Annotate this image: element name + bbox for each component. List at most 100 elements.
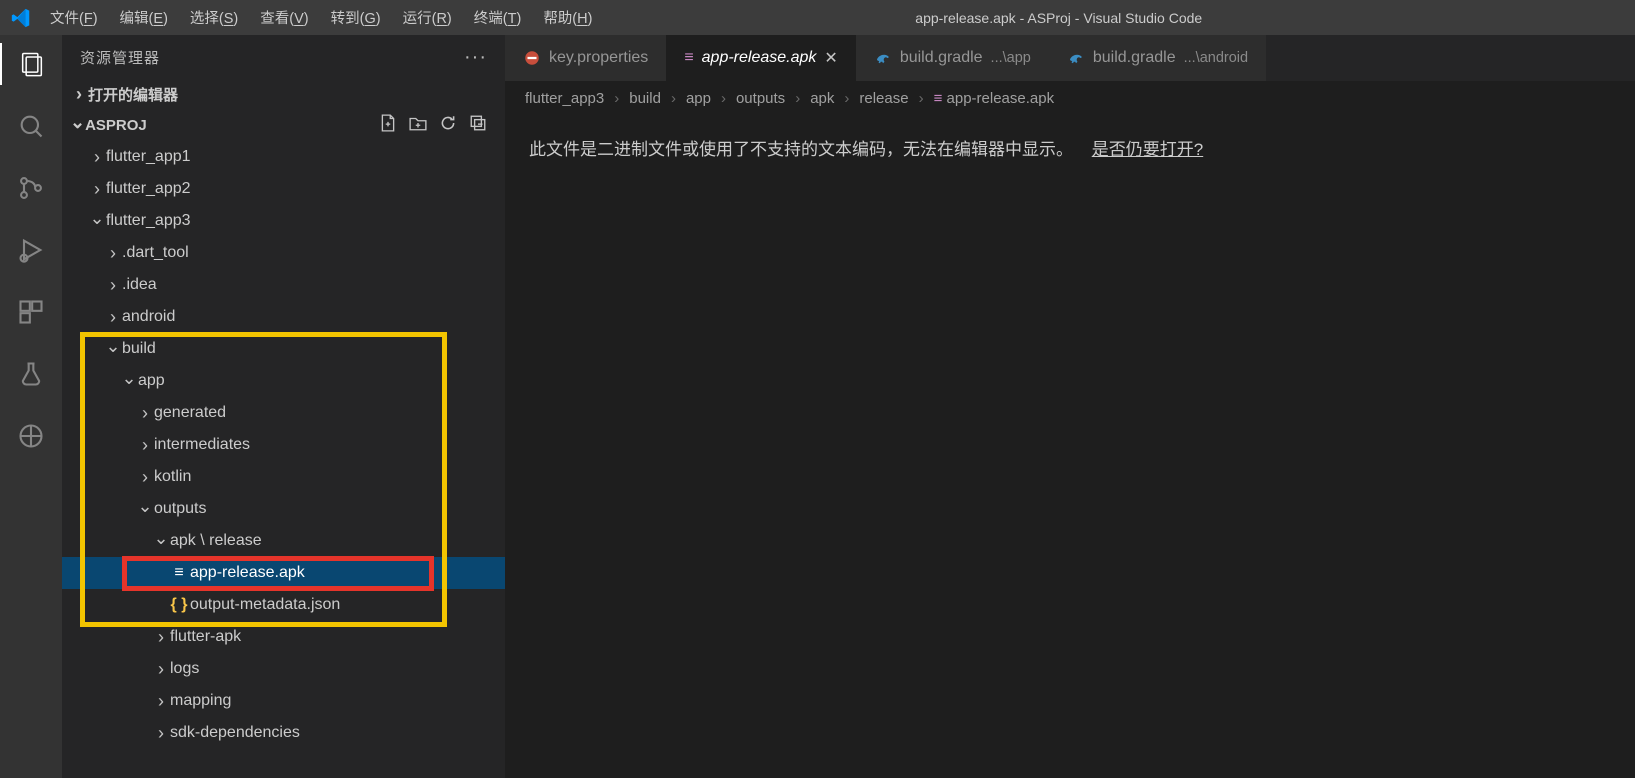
tree-label: flutter_app2 xyxy=(106,180,191,198)
tree-folder[interactable]: mapping xyxy=(62,685,505,717)
tree-folder[interactable]: flutter-apk xyxy=(62,621,505,653)
tree-label: .dart_tool xyxy=(122,244,189,262)
chevron-icon xyxy=(136,467,154,488)
chevron-icon xyxy=(104,275,122,296)
tree-label: kotlin xyxy=(154,468,191,486)
explorer-actions xyxy=(379,114,487,136)
tree-folder[interactable]: build xyxy=(62,333,505,365)
activity-search-icon[interactable] xyxy=(0,105,62,147)
file-icon: { } xyxy=(168,596,190,614)
tree-label: apk \ release xyxy=(170,532,262,550)
chevron-icon xyxy=(152,723,170,744)
tree-label: mapping xyxy=(170,692,231,710)
activity-bar xyxy=(0,35,62,778)
chevron-icon xyxy=(136,403,154,424)
tree-folder[interactable]: intermediates xyxy=(62,429,505,461)
collapse-all-icon[interactable] xyxy=(469,114,487,136)
menu-h[interactable]: 帮助(H) xyxy=(533,3,602,32)
titlebar: 文件(F)编辑(E)选择(S)查看(V)转到(G)运行(R)终端(T)帮助(H)… xyxy=(0,0,1635,35)
chevron-icon xyxy=(104,339,122,360)
menu-s[interactable]: 选择(S) xyxy=(180,3,248,32)
editor-tab[interactable]: ≡app-release.apk✕ xyxy=(666,35,856,81)
open-editors-section[interactable]: 打开的编辑器 xyxy=(62,79,505,109)
breadcrumb-item[interactable]: flutter_app3 xyxy=(525,90,604,107)
chevron-icon xyxy=(104,307,122,328)
breadcrumb-separator-icon: › xyxy=(917,90,926,107)
sidebar-title: 资源管理器 xyxy=(80,47,160,68)
tab-close-icon[interactable]: ✕ xyxy=(824,48,837,68)
tree-label: flutter_app1 xyxy=(106,148,191,166)
activity-testing-icon[interactable] xyxy=(0,353,62,395)
tree-folder[interactable]: logs xyxy=(62,653,505,685)
breadcrumbs[interactable]: flutter_app3›build›app›outputs›apk›relea… xyxy=(505,81,1635,115)
open-editors-label: 打开的编辑器 xyxy=(88,84,178,105)
menu-f[interactable]: 文件(F) xyxy=(40,3,108,32)
tree-folder[interactable]: sdk-dependencies xyxy=(62,717,505,749)
editor-tab[interactable]: key.properties xyxy=(505,35,666,81)
tree-folder[interactable]: android xyxy=(62,301,505,333)
tree-folder[interactable]: flutter_app1 xyxy=(62,141,505,173)
tree-folder[interactable]: kotlin xyxy=(62,461,505,493)
breadcrumb-item[interactable]: apk xyxy=(810,90,834,107)
menu-t[interactable]: 终端(T) xyxy=(464,3,532,32)
editor-area: key.properties≡app-release.apk✕build.gra… xyxy=(505,35,1635,778)
menu-r[interactable]: 运行(R) xyxy=(393,3,462,32)
new-folder-icon[interactable] xyxy=(409,114,427,136)
project-name: ASPROJ xyxy=(85,117,147,134)
tree-folder[interactable]: flutter_app2 xyxy=(62,173,505,205)
breadcrumb-separator-icon: › xyxy=(842,90,851,107)
tab-label: key.properties xyxy=(549,49,648,67)
sidebar-more-icon[interactable]: ··· xyxy=(464,46,487,69)
tree-label: build xyxy=(122,340,156,358)
chevron-icon xyxy=(152,659,170,680)
breadcrumb-file[interactable]: ≡ app-release.apk xyxy=(934,90,1055,107)
breadcrumb-item[interactable]: release xyxy=(859,90,908,107)
breadcrumb-item[interactable]: outputs xyxy=(736,90,785,107)
explorer-sidebar: 资源管理器 ··· 打开的编辑器 ASPROJ flutter_app1flut… xyxy=(62,35,505,778)
editor-tab[interactable]: build.gradle...\android xyxy=(1049,35,1266,81)
tab-icon: ≡ xyxy=(684,49,693,67)
tree-folder[interactable]: apk \ release xyxy=(62,525,505,557)
breadcrumb-separator-icon: › xyxy=(793,90,802,107)
tree-label: flutter_app3 xyxy=(106,212,191,230)
tab-label: build.gradle xyxy=(1093,49,1176,67)
activity-explorer-icon[interactable] xyxy=(0,43,62,85)
chevron-icon xyxy=(120,371,138,392)
tree-folder[interactable]: flutter_app3 xyxy=(62,205,505,237)
tree-file[interactable]: { }output-metadata.json xyxy=(62,589,505,621)
tree-folder[interactable]: outputs xyxy=(62,493,505,525)
chevron-icon xyxy=(152,691,170,712)
chevron-icon xyxy=(152,531,170,552)
tab-icon xyxy=(1067,49,1085,67)
editor-tab[interactable]: build.gradle ...\app xyxy=(856,35,1049,81)
menu-g[interactable]: 转到(G) xyxy=(321,3,391,32)
tab-icon xyxy=(523,49,541,67)
tree-label: generated xyxy=(154,404,226,422)
tab-suffix: ...\app xyxy=(991,50,1031,66)
tree-label: app xyxy=(138,372,165,390)
tab-label: build.gradle xyxy=(900,49,983,67)
tree-folder[interactable]: generated xyxy=(62,397,505,429)
vscode-logo-icon xyxy=(8,7,34,29)
tree-label: outputs xyxy=(154,500,206,518)
activity-remote-icon[interactable] xyxy=(0,415,62,457)
tree-label: app-release.apk xyxy=(190,564,305,582)
project-section-header[interactable]: ASPROJ xyxy=(62,109,505,141)
menu-v[interactable]: 查看(V) xyxy=(250,3,318,32)
tree-label: sdk-dependencies xyxy=(170,724,300,742)
tree-folder[interactable]: .idea xyxy=(62,269,505,301)
tree-folder[interactable]: .dart_tool xyxy=(62,237,505,269)
tree-folder[interactable]: app xyxy=(62,365,505,397)
breadcrumb-item[interactable]: app xyxy=(686,90,711,107)
new-file-icon[interactable] xyxy=(379,114,397,136)
tree-file[interactable]: ≡app-release.apk xyxy=(62,557,505,589)
refresh-icon[interactable] xyxy=(439,114,457,136)
activity-debug-icon[interactable] xyxy=(0,229,62,271)
open-anyway-link[interactable]: 是否仍要打开? xyxy=(1092,140,1203,159)
activity-scm-icon[interactable] xyxy=(0,167,62,209)
menu-e[interactable]: 编辑(E) xyxy=(110,3,178,32)
tree-label: output-metadata.json xyxy=(190,596,340,614)
activity-extensions-icon[interactable] xyxy=(0,291,62,333)
breadcrumb-item[interactable]: build xyxy=(629,90,661,107)
tab-icon xyxy=(874,49,892,67)
